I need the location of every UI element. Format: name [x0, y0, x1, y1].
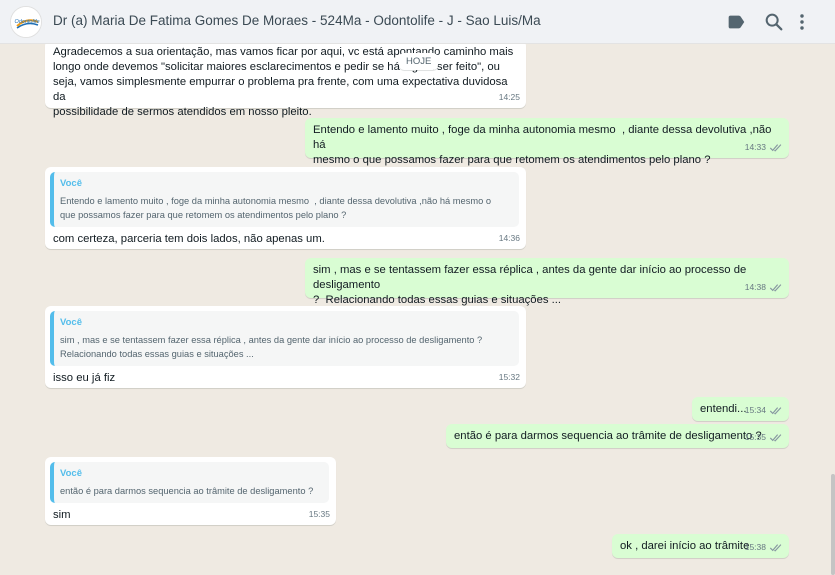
- message-time: 14:25: [498, 92, 520, 102]
- quote-text: sim , mas e se tentassem fazer essa répl…: [60, 335, 483, 359]
- message-incoming[interactable]: Você então é para darmos sequencia ao tr…: [45, 457, 336, 525]
- search-icon[interactable]: [763, 11, 785, 33]
- message-incoming[interactable]: Você Entendo e lamento muito , foge da m…: [45, 167, 526, 249]
- menu-dots-icon[interactable]: [791, 11, 813, 33]
- chat-body[interactable]: Agradecemos a sua orientação, mas vamos …: [0, 44, 835, 575]
- message-meta: 14:33: [745, 140, 783, 155]
- avatar-text: Odontolife: [14, 19, 39, 25]
- chat-scrollbar[interactable]: [831, 474, 835, 575]
- message-meta: 14:38: [745, 280, 783, 295]
- message-incoming[interactable]: Você sim , mas e se tentassem fazer essa…: [45, 306, 526, 388]
- message-time: 15:34: [744, 405, 766, 415]
- message-outgoing[interactable]: então é para darmos sequencia ao trâmite…: [446, 424, 789, 448]
- quote-text: Entendo e lamento muito , foge da minha …: [60, 196, 492, 220]
- message-text: então é para darmos sequencia ao trâmite…: [454, 430, 762, 442]
- message-text: sim , mas e se tentassem fazer essa répl…: [313, 264, 747, 306]
- message-outgoing[interactable]: sim , mas e se tentassem fazer essa répl…: [305, 258, 789, 306]
- quoted-message[interactable]: Você Entendo e lamento muito , foge da m…: [50, 172, 519, 227]
- message-text: Agradecemos a sua orientação, mas vamos …: [53, 46, 514, 118]
- chat-header: Odontolife Dr (a) Maria De Fatima Gomes …: [0, 0, 835, 44]
- message-text: com certeza, parceria tem dois lados, nã…: [53, 233, 325, 245]
- message-text: isso eu já fiz: [53, 372, 116, 384]
- message-meta: 15:32: [499, 370, 520, 385]
- message-time: 14:36: [498, 233, 520, 243]
- date-chip: HOJE: [399, 53, 439, 70]
- message-meta: 15:34: [745, 403, 783, 418]
- chat-title[interactable]: Dr (a) Maria De Fatima Gomes De Moraes -…: [53, 13, 541, 28]
- double-check-icon: [769, 407, 782, 415]
- message-text: Entendo e lamento muito , foge da minha …: [313, 124, 772, 166]
- message-meta: 14:25: [499, 90, 520, 105]
- quoted-message[interactable]: Você então é para darmos sequencia ao tr…: [50, 462, 329, 503]
- double-check-icon: [769, 144, 782, 152]
- message-time: 14:38: [744, 282, 766, 292]
- message-time: 15:32: [498, 372, 520, 382]
- message-text: sim: [53, 509, 71, 521]
- message-meta: 15:35: [745, 430, 783, 445]
- double-check-icon: [769, 434, 782, 442]
- message-outgoing[interactable]: Entendo e lamento muito , foge da minha …: [305, 118, 789, 166]
- message-meta: 15:38: [745, 540, 783, 555]
- message-time: 15:35: [308, 509, 330, 519]
- avatar[interactable]: Odontolife: [10, 6, 42, 38]
- message-time: 15:35: [744, 432, 766, 442]
- quote-text: então é para darmos sequencia ao trâmite…: [60, 486, 314, 496]
- message-time: 14:33: [744, 142, 766, 152]
- label-icon[interactable]: [725, 11, 747, 33]
- quoted-message[interactable]: Você sim , mas e se tentassem fazer essa…: [50, 311, 519, 366]
- odontolife-logo: Odontolife: [11, 7, 41, 37]
- quote-author: Você: [60, 317, 83, 328]
- message-outgoing[interactable]: entendi... 15:34: [692, 397, 789, 421]
- quote-author: Você: [60, 468, 83, 479]
- double-check-icon: [769, 544, 782, 552]
- message-outgoing[interactable]: ok , darei início ao trâmite 15:38: [612, 534, 789, 558]
- double-check-icon: [769, 284, 782, 292]
- message-meta: 15:35: [309, 507, 330, 522]
- quote-author: Você: [60, 178, 83, 189]
- message-incoming[interactable]: Agradecemos a sua orientação, mas vamos …: [45, 44, 526, 118]
- message-time: 15:38: [744, 542, 766, 552]
- message-meta: 14:36: [499, 231, 520, 246]
